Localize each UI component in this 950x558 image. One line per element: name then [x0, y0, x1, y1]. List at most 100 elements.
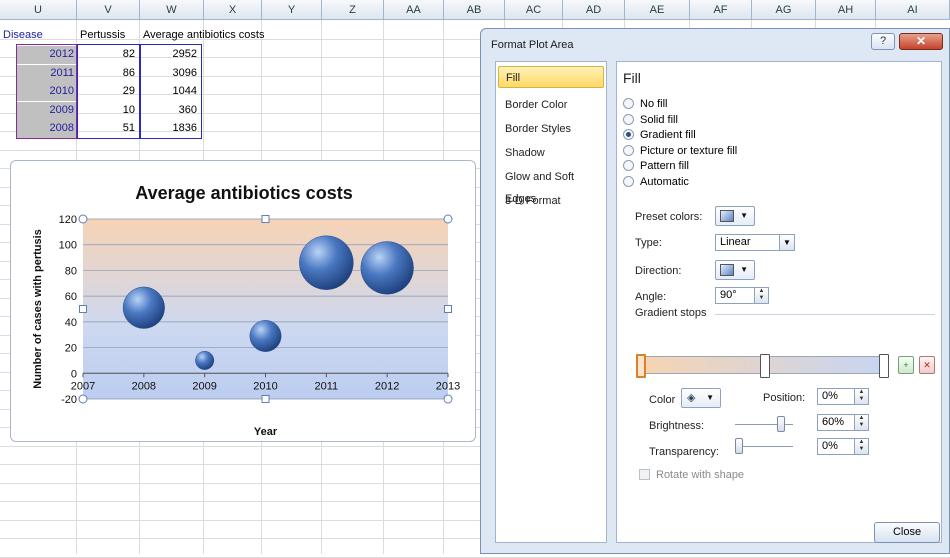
column-header-aa[interactable]: AA: [384, 0, 444, 20]
year-cell[interactable]: 2008: [16, 120, 77, 138]
nav-item-3-d-format[interactable]: 3-D Format: [498, 190, 604, 212]
column-header-w[interactable]: W: [140, 0, 204, 20]
pertussis-cell[interactable]: 51: [77, 120, 138, 138]
type-select[interactable]: Linear ▼: [715, 234, 795, 251]
year-cell[interactable]: 2011: [16, 64, 77, 83]
pertussis-cell[interactable]: 86: [77, 65, 138, 83]
nav-item-border-styles[interactable]: Border Styles: [498, 118, 604, 140]
gradient-stop-3[interactable]: [879, 354, 889, 378]
cost-cell[interactable]: 2952: [140, 46, 200, 64]
spin-arrows-icon[interactable]: ▲ ▼: [854, 389, 868, 404]
gradient-stop-2[interactable]: [760, 354, 770, 378]
close-icon[interactable]: ✕: [899, 33, 943, 50]
rotate-with-shape-checkbox[interactable]: Rotate with shape: [639, 469, 744, 481]
radio-icon[interactable]: [623, 144, 634, 156]
transparency-slider[interactable]: [735, 446, 793, 447]
transparency-slider-thumb[interactable]: [735, 438, 743, 454]
radio-icon[interactable]: [623, 129, 634, 140]
radio-icon[interactable]: [623, 160, 634, 171]
close-button[interactable]: Close: [874, 522, 940, 543]
color-label: Color: [649, 394, 676, 406]
resize-handle: [444, 305, 452, 313]
header-cell-costs[interactable]: Average antibiotics costs: [140, 27, 264, 45]
nav-item-border-color[interactable]: Border Color: [498, 94, 604, 116]
column-header-ad[interactable]: AD: [563, 0, 625, 20]
fill-option-solid-fill[interactable]: Solid fill: [623, 112, 678, 128]
column-header-z[interactable]: Z: [322, 0, 384, 20]
color-button[interactable]: ◈ ▼: [681, 388, 721, 408]
header-cell-disease[interactable]: Disease: [0, 27, 77, 45]
resize-handle: [78, 214, 88, 224]
spin-arrows-icon[interactable]: ▲ ▼: [854, 415, 868, 430]
column-header-x[interactable]: X: [204, 0, 262, 20]
gradient-stop-1[interactable]: [636, 354, 646, 378]
column-header-ag[interactable]: AG: [752, 0, 816, 20]
paint-bucket-icon: ◈: [687, 392, 696, 404]
format-plot-area-dialog[interactable]: Format Plot Area ? ✕ Fill Border Color Bor…: [480, 28, 950, 554]
type-value: Linear: [720, 236, 751, 248]
nav-item-fill[interactable]: Fill: [498, 66, 604, 88]
preset-colors-button[interactable]: ▼: [715, 206, 755, 226]
transparency-spinner[interactable]: 0% ▲ ▼: [817, 438, 869, 455]
radio-icon[interactable]: [623, 113, 634, 125]
year-cell[interactable]: 2009: [16, 101, 77, 120]
spin-arrows-icon[interactable]: ▲ ▼: [854, 439, 868, 454]
cost-cell[interactable]: 1044: [140, 83, 200, 101]
brightness-slider-thumb[interactable]: [777, 416, 785, 432]
bubble-chart[interactable]: Average antibiotics costs -20 0 20 40 60 80 10…: [10, 160, 476, 442]
radio-icon[interactable]: [623, 175, 634, 187]
gradient-swatch-icon: [720, 264, 734, 276]
fill-panel: Fill No fill Solid fill Gradient fill Pictu…: [616, 61, 942, 543]
resize-handle: [78, 394, 88, 404]
pertussis-cell[interactable]: 29: [77, 83, 138, 101]
radio-icon[interactable]: [623, 98, 634, 109]
dialog-titlebar[interactable]: Format Plot Area ? ✕: [481, 29, 950, 59]
type-label: Type:: [635, 237, 662, 249]
add-stop-icon[interactable]: +: [898, 356, 914, 374]
column-header-ab[interactable]: AB: [444, 0, 505, 20]
cost-cell[interactable]: 3096: [140, 65, 200, 83]
column-header-u[interactable]: U: [0, 0, 77, 20]
nav-item-glow-and-soft-edges[interactable]: Glow and Soft Edges: [498, 166, 604, 205]
year-cell[interactable]: 2012: [16, 46, 77, 64]
column-header-ai[interactable]: AI: [876, 0, 950, 20]
transparency-label: Transparency:: [649, 446, 719, 458]
rotate-label: Rotate with shape: [656, 469, 745, 481]
transparency-value: 0%: [822, 440, 838, 452]
y-tick-label: 40: [65, 317, 77, 329]
nav-item-shadow[interactable]: Shadow: [498, 142, 604, 164]
direction-button[interactable]: ▼: [715, 260, 755, 280]
year-cell[interactable]: 2010: [16, 83, 77, 101]
bubble-point: [360, 241, 414, 295]
column-header-ah[interactable]: AH: [816, 0, 876, 20]
position-spinner[interactable]: 0% ▲ ▼: [817, 388, 869, 405]
resize-handle: [261, 395, 270, 403]
fill-option-label: Gradient fill: [640, 129, 696, 141]
column-header-y[interactable]: Y: [262, 0, 322, 20]
spin-arrows-icon[interactable]: ▲ ▼: [754, 288, 768, 303]
column-header-ac[interactable]: AC: [505, 0, 563, 20]
remove-stop-icon[interactable]: ✕: [919, 356, 935, 374]
resize-handle: [443, 394, 453, 404]
bubble-point: [249, 320, 282, 352]
fill-option-no-fill[interactable]: No fill: [623, 96, 668, 112]
angle-spinner[interactable]: 90° ▲ ▼: [715, 287, 769, 304]
fill-option-label: Pattern fill: [640, 160, 689, 172]
fill-option-pattern-fill[interactable]: Pattern fill: [623, 158, 689, 174]
y-tick-label: 80: [65, 265, 77, 277]
column-header-af[interactable]: AF: [690, 0, 752, 20]
checkbox-icon: [639, 469, 650, 480]
fill-option-picture-or-texture-fill[interactable]: Picture or texture fill: [623, 143, 737, 159]
header-cell-pertussis[interactable]: Pertussis: [77, 27, 140, 45]
column-header-v[interactable]: V: [77, 0, 140, 20]
pertussis-cell[interactable]: 82: [77, 46, 138, 64]
cost-cell[interactable]: 360: [140, 102, 200, 120]
panel-heading: Fill: [623, 70, 641, 86]
fill-option-gradient-fill[interactable]: Gradient fill: [623, 127, 696, 143]
column-header-ae[interactable]: AE: [625, 0, 690, 20]
pertussis-cell[interactable]: 10: [77, 102, 138, 120]
brightness-spinner[interactable]: 60% ▲ ▼: [817, 414, 869, 431]
help-button[interactable]: ?: [871, 33, 895, 50]
fill-option-automatic[interactable]: Automatic: [623, 174, 689, 190]
cost-cell[interactable]: 1836: [140, 120, 200, 138]
